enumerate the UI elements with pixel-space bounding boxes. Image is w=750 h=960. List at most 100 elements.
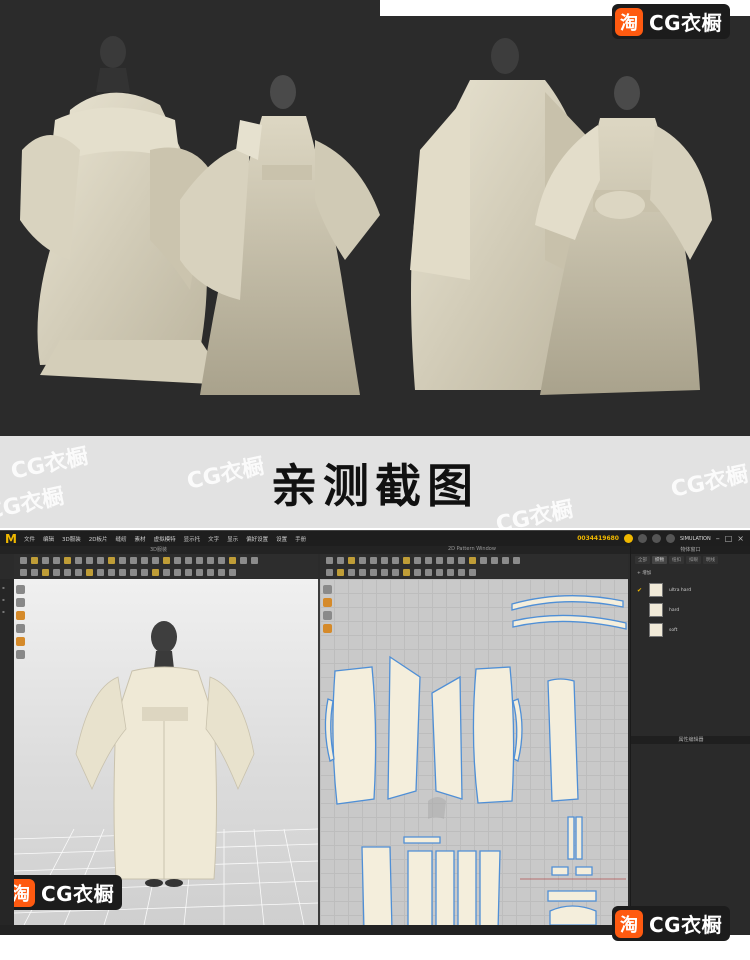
menu-item[interactable]: 手册 xyxy=(291,535,310,543)
tool-icon[interactable] xyxy=(458,556,465,564)
tool-icon[interactable] xyxy=(64,556,71,564)
tool-icon[interactable] xyxy=(141,556,148,564)
tool-icon[interactable] xyxy=(337,568,344,576)
tool-icon[interactable] xyxy=(163,568,170,576)
menu-item[interactable]: 编辑 xyxy=(39,535,58,543)
fabric-item[interactable]: soft xyxy=(631,620,750,640)
tool-icon[interactable] xyxy=(381,568,388,576)
tool-icon[interactable] xyxy=(42,568,49,576)
view-tool-icon[interactable] xyxy=(16,650,25,659)
tool-icon[interactable] xyxy=(141,568,148,576)
mode-selector[interactable]: SIMULATION xyxy=(680,536,711,542)
tool-icon[interactable] xyxy=(480,556,487,564)
tool-icon[interactable] xyxy=(108,568,115,576)
tool-icon[interactable] xyxy=(97,556,104,564)
viewport-3d[interactable]: 淘 CG衣橱 xyxy=(14,579,318,925)
tool-icon[interactable] xyxy=(513,556,520,564)
add-fabric-button[interactable]: + 增加 xyxy=(637,570,651,576)
menu-item[interactable]: 3D服装 xyxy=(58,535,85,543)
pattern-piece[interactable] xyxy=(547,678,579,802)
tool-icon[interactable] xyxy=(64,568,71,576)
tool-icon[interactable] xyxy=(469,556,476,564)
tool-icon[interactable] xyxy=(392,556,399,564)
tab-all[interactable]: 全部 xyxy=(635,556,650,564)
view-tool-icon[interactable] xyxy=(16,624,25,633)
tool-icon[interactable] xyxy=(458,568,465,576)
tool-icon[interactable] xyxy=(414,568,421,576)
tool-icon[interactable] xyxy=(196,568,203,576)
tool-icon[interactable] xyxy=(42,556,49,564)
tool-icon[interactable] xyxy=(174,556,181,564)
tool-icon[interactable] xyxy=(326,556,333,564)
tool-icon[interactable] xyxy=(414,556,421,564)
fabric-item[interactable]: hard xyxy=(631,600,750,620)
view-tool-icon[interactable] xyxy=(16,611,25,620)
menu-item[interactable]: 2D板片 xyxy=(85,535,112,543)
app-logo-icon[interactable]: M xyxy=(2,531,20,546)
menu-item[interactable]: 文字 xyxy=(204,535,223,543)
tool-icon[interactable] xyxy=(130,556,137,564)
pattern-piece[interactable] xyxy=(479,850,501,925)
sidebar-icon[interactable]: ▪ xyxy=(2,585,12,591)
menu-item[interactable]: 显示托 xyxy=(180,535,205,543)
pattern-piece[interactable] xyxy=(575,866,593,876)
tool-icon[interactable] xyxy=(229,556,236,564)
pattern-piece[interactable] xyxy=(387,655,421,800)
sidebar-icon[interactable]: ▪ xyxy=(2,597,12,603)
tab-fabric[interactable]: 织物 xyxy=(652,556,667,564)
menu-item[interactable]: 虚拟模特 xyxy=(150,535,180,543)
tool-icon[interactable] xyxy=(436,568,443,576)
minimize-icon[interactable]: – xyxy=(716,534,720,543)
tool-icon[interactable] xyxy=(53,568,60,576)
menu-item[interactable]: 文件 xyxy=(20,535,39,543)
tool-icon[interactable] xyxy=(240,556,247,564)
tool-icon[interactable] xyxy=(53,556,60,564)
fabric-item[interactable]: ✔ ultra hard xyxy=(631,580,750,600)
pattern-piece[interactable] xyxy=(431,675,463,800)
pattern-piece[interactable] xyxy=(549,905,597,925)
pattern-piece[interactable] xyxy=(403,836,441,844)
menu-item[interactable]: 偏好设置 xyxy=(242,535,272,543)
tool-icon[interactable] xyxy=(86,568,93,576)
view-tool-icon[interactable] xyxy=(16,637,25,646)
avatar[interactable] xyxy=(637,534,647,543)
menu-item[interactable]: 设置 xyxy=(272,535,291,543)
tool-icon[interactable] xyxy=(381,556,388,564)
tool-icon[interactable] xyxy=(469,568,476,576)
tool-icon[interactable] xyxy=(152,556,159,564)
tool-icon[interactable] xyxy=(326,568,333,576)
tool-icon[interactable] xyxy=(447,568,454,576)
viewport-2d-pattern[interactable] xyxy=(320,579,628,925)
pattern-piece[interactable] xyxy=(575,816,583,860)
tool-icon[interactable] xyxy=(251,556,258,564)
tool-icon[interactable] xyxy=(75,568,82,576)
tool-icon[interactable] xyxy=(97,568,104,576)
tool-icon[interactable] xyxy=(229,568,236,576)
tool-icon[interactable] xyxy=(130,568,137,576)
pattern-piece[interactable] xyxy=(332,666,377,805)
tool-icon[interactable] xyxy=(425,568,432,576)
tool-icon[interactable] xyxy=(196,556,203,564)
help-icon[interactable] xyxy=(651,534,661,543)
tool-icon[interactable] xyxy=(370,556,377,564)
view-tool-icon[interactable] xyxy=(16,598,25,607)
tab-button[interactable]: 纽扣 xyxy=(669,556,684,564)
tool-icon[interactable] xyxy=(447,556,454,564)
pattern-piece[interactable] xyxy=(511,595,624,611)
tool-icon[interactable] xyxy=(359,556,366,564)
tool-icon[interactable] xyxy=(108,556,115,564)
tool-icon[interactable] xyxy=(218,556,225,564)
pattern-piece[interactable] xyxy=(567,816,575,860)
tool-icon[interactable] xyxy=(337,556,344,564)
tab-topstitch[interactable]: 明线 xyxy=(703,556,718,564)
view-tool-icon[interactable] xyxy=(323,585,332,594)
tool-icon[interactable] xyxy=(86,556,93,564)
pattern-piece[interactable] xyxy=(361,846,393,925)
pattern-piece[interactable] xyxy=(407,850,433,925)
tool-icon[interactable] xyxy=(348,556,355,564)
tool-icon[interactable] xyxy=(436,556,443,564)
tool-icon[interactable] xyxy=(75,556,82,564)
tool-icon[interactable] xyxy=(163,556,170,564)
sidebar-icon[interactable]: ▪ xyxy=(2,609,12,615)
tool-icon[interactable] xyxy=(403,556,410,564)
